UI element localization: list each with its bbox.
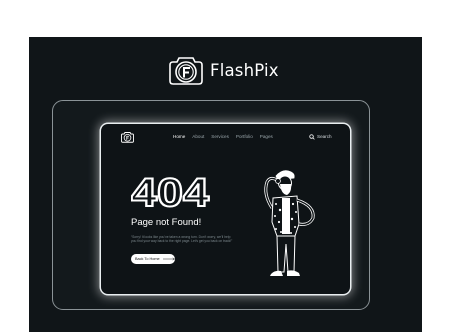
back-to-home-button[interactable]: Back To Home [131,254,175,264]
error-description: “Sorry! It looks like you’ve taken a wro… [131,235,233,244]
page-not-found-title: Page not Found! [131,217,202,228]
brand-header: FlashPix [167,53,279,87]
arrow-right-icon [162,257,175,261]
flashpix-logo-icon [169,57,203,85]
search-label: Search [317,134,332,139]
error-code-text: 404 [131,172,210,212]
brand-name: FlashPix [210,60,279,80]
nav-link-home[interactable]: Home [173,134,185,139]
website-preview: Home About Services Portfolio Pages Sear… [101,124,350,294]
nav-search[interactable]: Search [309,133,332,140]
nav-links: Home About Services Portfolio Pages [173,134,273,139]
site-logo-icon[interactable] [120,131,135,143]
back-to-home-label: Back To Home [135,257,160,261]
search-icon [309,133,315,140]
nav-link-portfolio[interactable]: Portfolio [236,134,253,139]
nav-link-services[interactable]: Services [211,134,229,139]
nav-link-pages[interactable]: Pages [260,134,273,139]
site-navbar: Home About Services Portfolio Pages Sear… [101,124,350,152]
error-code: 404 [131,172,211,212]
confused-person-illustration [264,170,315,276]
nav-link-about[interactable]: About [192,134,204,139]
